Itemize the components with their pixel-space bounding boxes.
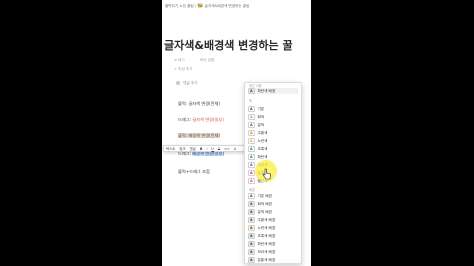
- color-swatch-icon: A: [248, 224, 255, 232]
- color-swatch-icon: A: [248, 216, 255, 224]
- menu-item-background-color[interactable]: A 분홍색 배경: [248, 256, 276, 263]
- menu-item-background-color[interactable]: A 파란색 배경: [248, 240, 276, 248]
- add-property-button[interactable]: + 속성 추가: [174, 67, 193, 72]
- avatar: [176, 81, 180, 85]
- menu-item-text-color[interactable]: A 주황색: [248, 129, 268, 137]
- menu-item-text-color[interactable]: A 갈색: [248, 121, 265, 129]
- color-swatch-icon: A: [248, 169, 255, 177]
- color-swatch-icon: A: [248, 161, 255, 169]
- menu-item-background-color[interactable]: A 갈색 배경: [248, 208, 272, 216]
- text-block[interactable]: 블럭+드래그 조합: [178, 169, 210, 175]
- menu-item-label: 노란색: [257, 138, 268, 143]
- menu-item-label: 갈색: [257, 122, 265, 127]
- block-text-prefix: 드래그:: [178, 117, 193, 122]
- block-text: 블럭+드래그 조합: [178, 169, 210, 174]
- menu-item-label: 초록색: [257, 146, 268, 151]
- menu-item-background-color[interactable]: A 보라색 배경: [248, 248, 276, 256]
- menu-item-background-color[interactable]: A 초록색 배경: [248, 232, 276, 240]
- menu-item-label: 기본 배경: [257, 193, 272, 198]
- menu-item-label: 노란색 배경: [257, 225, 276, 230]
- menu-item-text-color[interactable]: A 초록색: [248, 145, 268, 153]
- menu-item-label: 주황색 배경: [257, 217, 276, 222]
- menu-item-label: 파란색 배경: [257, 241, 276, 246]
- color-swatch-icon: A: [248, 113, 255, 121]
- menu-item-label: 보라색 배경: [257, 249, 276, 254]
- menu-item-label: 갈색 배경: [257, 209, 272, 214]
- color-swatch-icon: A: [248, 240, 255, 248]
- menu-item-label: 초록색 배경: [257, 233, 276, 238]
- breadcrumb-item-parent[interactable]: 블럭치기 노션 꿀팁: [165, 4, 194, 8]
- mouse-cursor-icon: [255, 160, 277, 182]
- color-swatch-icon: A: [248, 200, 255, 208]
- color-swatch-icon: A: [248, 121, 255, 129]
- menu-item-label: 파란색 배경: [257, 88, 276, 93]
- bee-icon: 🐝: [197, 3, 204, 9]
- color-swatch-icon: A: [248, 192, 255, 200]
- hand-pointer-icon: [262, 168, 271, 180]
- block-text: 블럭: 글자색 변경(전체): [178, 101, 221, 106]
- property-name: 태그: [178, 58, 185, 62]
- color-swatch-icon: A: [248, 137, 255, 145]
- menu-section-text: 텍: [249, 99, 252, 103]
- color-swatch-icon: A: [248, 177, 255, 185]
- menu-item-text-color[interactable]: A 회색: [248, 113, 265, 121]
- menu-item-label: 회색: [257, 114, 265, 119]
- add-property-label: 속성 추가: [178, 67, 193, 71]
- color-swatch-icon: A: [248, 105, 255, 113]
- link-button[interactable]: 링크: [179, 146, 185, 151]
- breadcrumb: 블럭치기 노션 꿀팁 / 🐝 글자색&배경색 변경하는 꿀팁: [165, 3, 249, 9]
- underline-button[interactable]: U: [211, 147, 213, 151]
- color-swatch-icon: A: [248, 208, 255, 216]
- color-swatch-icon: A: [248, 232, 255, 240]
- property-row[interactable]: ≡ 태그 비어 있음: [174, 58, 214, 63]
- text-color-button[interactable]: A: [234, 147, 236, 151]
- menu-item-text-color[interactable]: A 기본: [248, 105, 265, 113]
- text-block[interactable]: 블럭: 글자색 변경(전체): [178, 101, 220, 107]
- text-block[interactable]: 드래그: 글자색 변경(일부): [178, 117, 224, 123]
- color-swatch-icon: A: [248, 145, 255, 153]
- comment-button[interactable]: 댓글: [190, 146, 196, 151]
- color-swatch-icon: A: [248, 153, 255, 161]
- colored-text-span: 글자색 변경(일부): [192, 117, 224, 122]
- menu-item-background-color[interactable]: A 회색 배경: [248, 200, 272, 208]
- color-swatch-icon: A: [248, 256, 255, 263]
- menu-section-background: 배경: [249, 188, 255, 192]
- breadcrumb-item-current[interactable]: 글자색&배경색 변경하는 꿀팁: [205, 4, 250, 8]
- bold-button[interactable]: B: [200, 147, 203, 151]
- menu-item-label: 기본: [257, 106, 265, 111]
- menu-item-label: 파란색: [257, 154, 268, 159]
- code-button[interactable]: <>: [224, 147, 230, 151]
- page-title[interactable]: 글자색&배경색 변경하는 꿀: [164, 37, 293, 53]
- color-swatch-icon: A: [248, 129, 255, 137]
- italic-button[interactable]: i: [206, 147, 207, 151]
- add-comment-button[interactable]: 댓글 추가: [176, 81, 198, 86]
- menu-item-label: 회색 배경: [257, 201, 272, 206]
- menu-item-background-color[interactable]: A 노란색 배경: [248, 224, 276, 232]
- strikethrough-button[interactable]: S: [218, 147, 220, 151]
- block-text-highlighted: 블럭: 배경색 변경(전체): [178, 133, 221, 138]
- turn-into-button[interactable]: 텍스트: [166, 146, 175, 151]
- menu-item-background-color[interactable]: A 기본 배경: [248, 192, 272, 200]
- menu-item-recent-color[interactable]: A 파란색 배경: [248, 87, 298, 95]
- menu-item-label: 분홍색 배경: [257, 257, 276, 262]
- menu-item-label: 주황색: [257, 130, 268, 135]
- menu-item-text-color[interactable]: A 노란색: [248, 137, 268, 145]
- property-value: 비어 있음: [199, 58, 215, 62]
- menu-item-background-color[interactable]: A 주황색 배경: [248, 216, 276, 224]
- text-block[interactable]: 블럭: 배경색 변경(전체): [178, 133, 221, 139]
- color-swatch-icon: A: [248, 87, 255, 95]
- color-swatch-icon: A: [248, 248, 255, 256]
- add-comment-label: 댓글 추가: [183, 81, 198, 85]
